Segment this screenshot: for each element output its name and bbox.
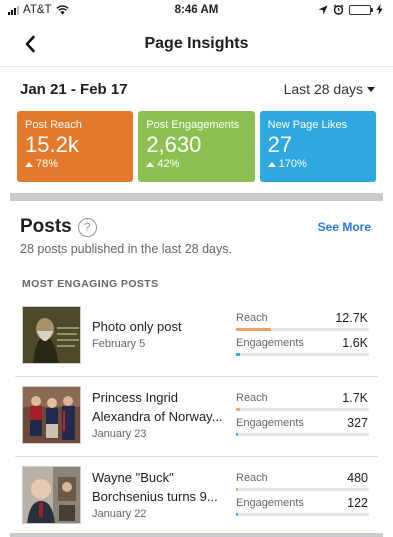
tile-change-value: 78%	[36, 158, 59, 170]
tile-change: 42%	[146, 158, 246, 170]
alarm-clock-icon	[333, 4, 344, 15]
post-engagements-tile[interactable]: Post Engagements 2,630 42%	[138, 111, 255, 182]
engagements-value: 122	[347, 496, 368, 510]
engagements-bar-fill	[236, 513, 238, 516]
most-engaging-label: MOST ENGAGING POSTS	[22, 278, 159, 290]
post-row[interactable]: Princess Ingrid Alexandra of Norway... J…	[15, 377, 378, 457]
reach-bar	[236, 488, 369, 491]
reach-bar	[236, 328, 369, 331]
trend-up-icon	[146, 161, 155, 167]
reach-value: 1.7K	[342, 391, 368, 405]
reach-value: 12.7K	[335, 311, 368, 325]
reach-value: 480	[347, 471, 368, 485]
engagements-bar-fill	[236, 433, 238, 436]
tile-change-value: 170%	[278, 158, 307, 170]
posts-summary-text: 28 posts published in the last 28 days.	[20, 242, 232, 256]
post-title: Princess Ingrid	[92, 390, 178, 405]
reach-bar	[236, 408, 369, 411]
post-image	[23, 467, 80, 523]
reach-label: Reach	[236, 472, 268, 484]
location-arrow-icon	[318, 5, 328, 14]
tile-label: New Page Likes	[267, 119, 348, 131]
tile-label: Post Reach	[25, 119, 82, 131]
engagements-value: 1.6K	[342, 336, 368, 350]
reach-bar-fill	[236, 488, 238, 491]
battery-icon	[349, 4, 373, 15]
help-icon[interactable]: ?	[77, 217, 97, 237]
engagements-bar	[236, 353, 369, 356]
posts-section-title: Posts	[20, 216, 72, 237]
trend-up-icon	[25, 161, 33, 167]
reach-label: Reach	[236, 312, 268, 324]
post-row[interactable]: Photo only post February 5 Reach 12.7K E…	[15, 297, 378, 377]
engagements-label: Engagements	[236, 497, 304, 509]
post-title: Photo only post	[92, 319, 182, 334]
tile-value: 2,630	[146, 132, 202, 157]
post-title-continued: Borchsenius turns 9...	[92, 489, 218, 504]
tile-value: 27	[267, 132, 293, 157]
post-image	[23, 387, 80, 443]
post-thumbnail	[22, 306, 81, 364]
post-date: February 5	[92, 338, 146, 350]
tile-value: 15.2k	[25, 132, 79, 157]
charging-bolt-icon	[376, 4, 383, 15]
status-bar: AT&T 8:46 AM	[0, 0, 393, 22]
tile-label: Post Engagements	[146, 119, 240, 131]
engagements-bar-fill	[236, 353, 240, 356]
trend-up-icon	[267, 161, 276, 167]
engagements-value: 327	[347, 416, 368, 430]
navigation-bar: Page Insights	[0, 22, 393, 66]
status-icons	[318, 4, 383, 15]
post-date: January 23	[92, 428, 147, 440]
tile-change: 78%	[25, 158, 125, 170]
post-row[interactable]: Wayne "Buck" Borchsenius turns 9... Janu…	[15, 457, 378, 537]
see-more-link[interactable]: See More	[318, 220, 371, 234]
tile-change: 170%	[267, 158, 368, 170]
date-range-row: Jan 21 - Feb 17 Last 28 days	[0, 66, 393, 108]
post-title: Wayne "Buck"	[92, 470, 174, 485]
bottom-divider	[10, 533, 383, 537]
page-title: Page Insights	[144, 35, 249, 52]
reach-bar-fill	[236, 328, 271, 331]
engagements-bar	[236, 513, 369, 516]
section-divider	[10, 193, 383, 201]
post-thumbnail	[22, 386, 81, 444]
date-range-text: Jan 21 - Feb 17	[20, 81, 128, 98]
post-thumbnail	[22, 466, 81, 524]
summary-tiles: Post Reach 15.2k 78% Post Engagements 2,…	[17, 111, 376, 182]
tile-change-value: 42%	[157, 158, 180, 170]
post-reach-tile[interactable]: Post Reach 15.2k 78%	[17, 111, 134, 182]
engagements-label: Engagements	[236, 337, 304, 349]
post-date: January 22	[92, 508, 147, 520]
posts-header: Posts ?	[20, 216, 97, 238]
post-image	[23, 307, 80, 363]
period-dropdown[interactable]: Last 28 days	[284, 81, 375, 97]
engagements-label: Engagements	[236, 417, 304, 429]
reach-label: Reach	[236, 392, 268, 404]
caret-down-icon	[367, 86, 375, 92]
reach-bar-fill	[236, 408, 240, 411]
new-page-likes-tile[interactable]: New Page Likes 27 170%	[259, 111, 376, 182]
engagements-bar	[236, 433, 369, 436]
period-dropdown-label: Last 28 days	[283, 81, 363, 97]
post-title-continued: Alexandra of Norway...	[92, 409, 223, 424]
